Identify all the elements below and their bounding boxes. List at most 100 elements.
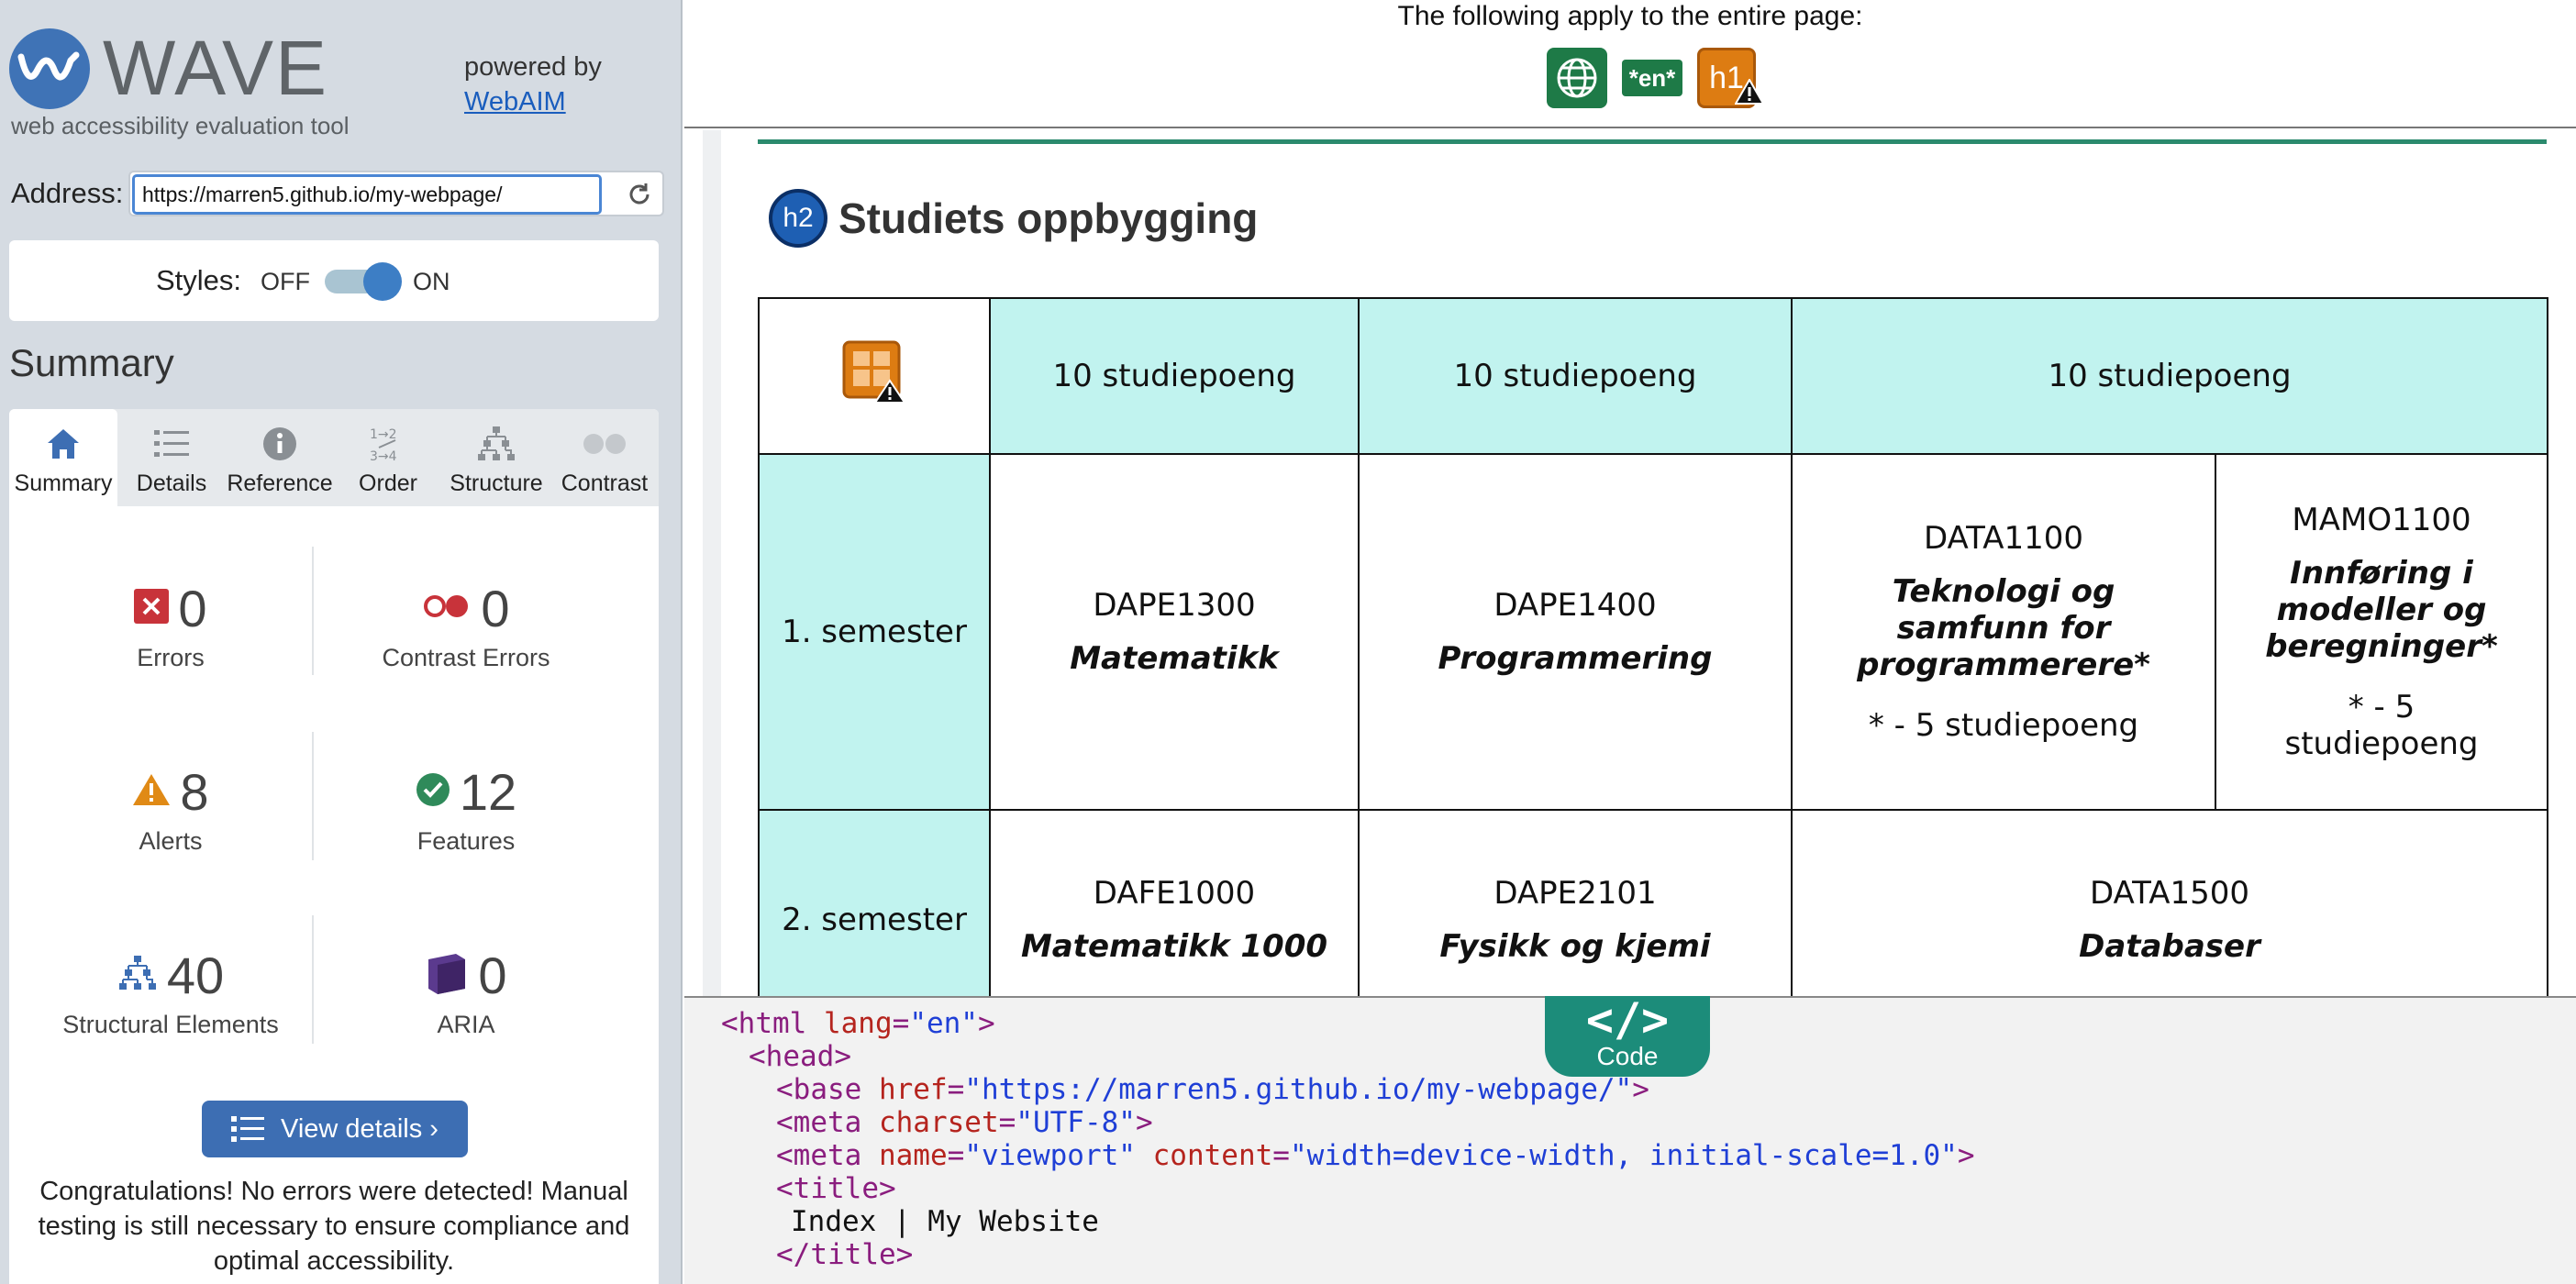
info-icon — [261, 423, 298, 465]
tab-summary[interactable]: Summary — [9, 409, 117, 506]
tab-reference[interactable]: Reference — [226, 409, 334, 506]
view-details-label: View details › — [281, 1113, 439, 1144]
errors-label: Errors — [137, 644, 205, 671]
feature-check-icon — [416, 772, 450, 812]
course-code: DATA1100 — [1923, 520, 2084, 557]
stat-alerts[interactable]: 8 Alerts — [24, 763, 317, 856]
course-name: Matematikk 1000 — [1020, 928, 1328, 965]
errors-count: 0 — [178, 579, 207, 637]
semester-label-cell: 1. semester — [758, 453, 991, 811]
page-banner-text: The following apply to the entire page: — [1397, 1, 1863, 31]
code-tab-label: Code — [1596, 1042, 1659, 1070]
divider — [312, 732, 314, 860]
styles-off-label: OFF — [261, 268, 310, 295]
course-cell: DATA1500 Databaser — [1790, 809, 2549, 996]
table-header-row: 10 studiepoeng 10 studiepoeng 10 studiep… — [758, 297, 2549, 455]
table-header-cell: 10 studiepoeng — [989, 297, 1360, 455]
stat-structural[interactable]: 40 Structural Elements — [24, 946, 317, 1039]
code-pane[interactable]: </> Code <html lang="en"> <head> <base h… — [684, 996, 2576, 1284]
course-cell: DAPE1300 Matematikk — [989, 453, 1360, 811]
code-line: <base href="https://marren5.github.io/my… — [776, 1073, 1649, 1106]
tab-label: Structure — [450, 470, 543, 496]
language-globe-icon[interactable] — [1547, 48, 1607, 108]
tab-bar: Summary Details Reference 1→2 3→4 Order … — [9, 409, 659, 506]
course-code: DAPE1400 — [1493, 587, 1657, 624]
alerts-label: Alerts — [139, 827, 203, 855]
contrast-error-icon — [422, 592, 472, 625]
stat-features[interactable]: 12 Features — [319, 763, 613, 856]
tab-contrast[interactable]: Contrast — [550, 409, 659, 506]
wave-sidebar: WAVE web accessibility evaluation tool p… — [0, 0, 683, 1284]
wave-logo[interactable]: WAVE — [9, 24, 328, 113]
table-header-cell: 10 studiepoeng — [1358, 297, 1793, 455]
view-details-button[interactable]: View details › — [202, 1101, 468, 1157]
alerts-count: 8 — [180, 762, 209, 821]
structural-count: 40 — [166, 946, 225, 1004]
course-code: MAMO1100 — [2292, 502, 2471, 538]
course-name: Teknologi og samfunn for programmerere* — [1857, 573, 2150, 683]
list-icon — [153, 423, 190, 465]
styles-toggle-box: Styles: OFF ON — [9, 240, 659, 321]
code-line: </title> — [776, 1238, 914, 1271]
summary-title: Summary — [9, 341, 174, 384]
tab-label: Order — [359, 470, 417, 496]
tagline: web accessibility evaluation tool — [11, 112, 350, 139]
summary-panel: Summary Details Reference 1→2 3→4 Order … — [9, 409, 659, 1284]
list-icon — [231, 1115, 265, 1143]
code-toggle-tab[interactable]: </> Code — [1545, 996, 1710, 1077]
section-divider — [758, 139, 2547, 144]
features-label: Features — [416, 827, 516, 855]
course-name: Fysikk og kjemi — [1439, 928, 1711, 965]
stat-aria[interactable]: 0 ARIA — [319, 946, 613, 1039]
course-cell: DATA1100 Teknologi og samfunn for progra… — [1791, 453, 2216, 811]
order-icon: 1→2 3→4 — [368, 423, 408, 465]
course-cell: MAMO1100 Innføring i modeller og beregni… — [2214, 453, 2549, 811]
structural-label: Structural Elements — [62, 1011, 279, 1038]
semester-label-cell: 2. semester — [758, 809, 991, 996]
tab-order[interactable]: 1→2 3→4 Order — [334, 409, 442, 506]
svg-text:1→2: 1→2 — [370, 427, 397, 442]
language-en-badge[interactable]: *en* — [1622, 60, 1682, 96]
table-row: 1. semester DAPE1300 Matematikk DAPE1400… — [758, 453, 2549, 811]
page-banner-icons: *en* h1 — [1547, 48, 1765, 108]
brand-name: WAVE — [103, 25, 329, 111]
address-input[interactable] — [132, 174, 602, 215]
address-label: Address: — [11, 177, 124, 209]
table-alert-icon[interactable] — [842, 340, 906, 404]
powered-by: powered by WebAIM — [464, 50, 602, 119]
stat-contrast-errors[interactable]: 0 Contrast Errors — [319, 580, 613, 672]
aria-count: 0 — [478, 946, 507, 1004]
code-line: <title> — [776, 1172, 896, 1205]
structure-icon — [476, 423, 516, 465]
tab-details[interactable]: Details — [117, 409, 226, 506]
course-name: Programmering — [1438, 640, 1713, 677]
contrast-errors-count: 0 — [481, 579, 510, 637]
styles-on-label: ON — [413, 268, 450, 295]
webaim-link[interactable]: WebAIM — [464, 87, 566, 116]
tab-structure[interactable]: Structure — [442, 409, 550, 506]
error-icon — [134, 588, 170, 628]
main-area: The following apply to the entire page: … — [684, 0, 2576, 1284]
table-row: 2. semester DAFE1000 Matematikk 1000 DAP… — [758, 809, 2549, 996]
alert-icon — [132, 772, 171, 812]
reload-icon[interactable] — [626, 181, 653, 208]
tab-label: Contrast — [561, 470, 649, 496]
h1-alert-badge[interactable]: h1 — [1697, 48, 1765, 108]
study-table: 10 studiepoeng 10 studiepoeng 10 studiep… — [758, 297, 2549, 996]
h2-badge[interactable]: h2 — [769, 189, 827, 248]
divider — [312, 547, 314, 675]
course-name: Databaser — [2079, 928, 2260, 965]
wave-logo-icon — [9, 28, 90, 109]
wave-app: WAVE web accessibility evaluation tool p… — [0, 0, 2576, 1284]
features-count: 12 — [459, 762, 517, 821]
table-header-cell: 10 studiepoeng — [1790, 297, 2549, 455]
styles-toggle[interactable] — [321, 262, 402, 301]
course-cell: DAPE1400 Programmering — [1358, 453, 1793, 811]
contrast-errors-label: Contrast Errors — [382, 644, 550, 671]
section-heading: h2 Studiets oppbygging — [769, 189, 1258, 248]
stat-errors[interactable]: 0 Errors — [24, 580, 317, 672]
course-code: DAPE1300 — [1093, 587, 1256, 624]
styles-label: Styles: — [156, 264, 242, 296]
address-row: Address: — [11, 171, 664, 216]
code-icon: </> — [1585, 993, 1670, 1046]
